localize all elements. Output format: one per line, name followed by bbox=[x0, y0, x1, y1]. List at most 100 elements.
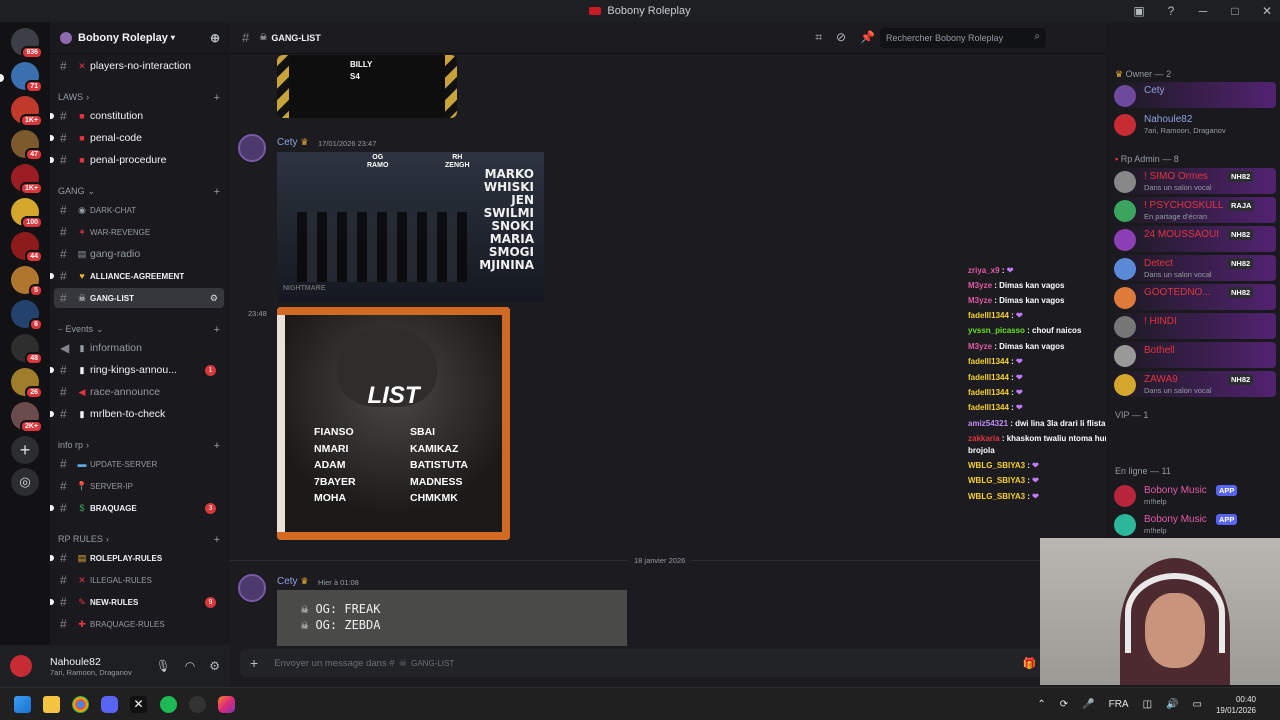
user-info[interactable]: Nahoule82 7ari, Ramoon, Draganov bbox=[50, 656, 132, 677]
member-item[interactable]: Nahoule82 7ari, Ramoon, Draganov bbox=[1110, 111, 1276, 137]
channel-penal-procedure[interactable]: # ■ penal-procedure bbox=[50, 150, 224, 170]
channel-players-no-interaction[interactable]: # ✕ players-no-interaction bbox=[54, 56, 224, 76]
discover-icon[interactable]: ◎ bbox=[11, 468, 39, 496]
server-icon[interactable]: 6 bbox=[11, 300, 43, 331]
member-item[interactable]: ! PSYCHOSKULL RAJA En partage d'écran bbox=[1110, 197, 1276, 223]
server-icon[interactable]: 71 bbox=[11, 62, 43, 93]
search-input[interactable]: Rechercher Bobony Roleplay ⌕ bbox=[880, 28, 1046, 48]
file-explorer-icon[interactable] bbox=[43, 696, 60, 713]
member-item[interactable]: ! HINDI bbox=[1110, 313, 1276, 339]
help-icon[interactable]: ? bbox=[1164, 4, 1178, 18]
channel-race-announce[interactable]: # ◀ race-announce bbox=[54, 382, 224, 402]
server-icon[interactable]: 5 bbox=[11, 266, 43, 297]
server-icon[interactable]: 1K+ bbox=[11, 96, 43, 127]
invite-icon[interactable]: ⊕ bbox=[210, 31, 220, 45]
channel-information[interactable]: ◀ ▮ information bbox=[54, 338, 224, 358]
message-author[interactable]: Cety ♛ bbox=[277, 137, 308, 148]
instagram-icon[interactable] bbox=[218, 696, 235, 713]
battery-icon[interactable]: ▭ bbox=[1193, 699, 1202, 710]
message-image[interactable]: ☠ OG: FREAK ☠ OG: ZEBDA bbox=[277, 590, 627, 646]
gift-icon[interactable]: 🎁 bbox=[1023, 657, 1037, 670]
app-icon[interactable] bbox=[189, 696, 206, 713]
x-app-icon[interactable]: ✕ bbox=[130, 696, 147, 713]
microphone-icon[interactable]: 🎤 bbox=[1082, 699, 1094, 710]
clock[interactable]: 00:40 19/01/2026 bbox=[1216, 694, 1256, 716]
sync-icon[interactable]: ⟳ bbox=[1060, 699, 1068, 710]
channel-gang-radio[interactable]: # ▤ gang-radio bbox=[54, 244, 224, 264]
channel-alliance-agreement[interactable]: # ♥ ALLIANCE-AGREEMENT bbox=[50, 266, 224, 286]
member-item[interactable]: 24 MOUSSAOUI NH82 bbox=[1110, 226, 1276, 252]
language-indicator[interactable]: FRA bbox=[1109, 699, 1129, 710]
add-channel-icon[interactable]: + bbox=[214, 186, 220, 198]
threads-icon[interactable]: ⌗ bbox=[815, 30, 822, 45]
channel-roleplay-rules[interactable]: # ▤ ROLEPLAY-RULES bbox=[50, 548, 224, 568]
volume-icon[interactable]: 🔊 bbox=[1166, 699, 1178, 710]
message-image[interactable]: BILLY S4 bbox=[277, 55, 457, 118]
channel-settings-icon[interactable]: ⚙ bbox=[210, 293, 218, 304]
category-rp-rules[interactable]: RP RULES › + bbox=[58, 534, 220, 546]
category-gang[interactable]: GANG ⌄ + bbox=[58, 186, 220, 198]
category-events[interactable]: ⎯ Events ⌄ + bbox=[58, 324, 220, 336]
server-header[interactable]: Bobony Roleplay ▾ ⊕ bbox=[50, 22, 230, 54]
message-image[interactable]: LIST FIANSO NMARI ADAM 7BAYER MOHA SBAI … bbox=[277, 307, 510, 540]
headphones-icon[interactable]: ◠ bbox=[185, 659, 195, 673]
channel-new-rules[interactable]: # ✎ NEW-RULES 9 bbox=[50, 592, 224, 612]
category-laws[interactable]: LAWS › + bbox=[58, 92, 220, 104]
server-icon[interactable]: 47 bbox=[11, 130, 43, 161]
server-icon[interactable]: 26 bbox=[11, 368, 43, 399]
channel-dark-chat[interactable]: # ◉ DARK-CHAT bbox=[54, 200, 224, 220]
channel-server-ip[interactable]: # 📍 SERVER-IP bbox=[54, 476, 224, 496]
message-image[interactable]: OG RAMO RH ZENGH MARKO WHISKI JEN SWILMI S… bbox=[277, 152, 544, 302]
direct-messages-button[interactable]: 936 bbox=[11, 28, 43, 59]
avatar[interactable] bbox=[238, 134, 266, 162]
channel-war-revenge[interactable]: # ✶ WAR-REVENGE bbox=[54, 222, 224, 242]
close-button[interactable]: ✕ bbox=[1260, 4, 1274, 18]
maximize-button[interactable]: □ bbox=[1228, 4, 1242, 18]
member-item[interactable]: Bobony Music APP m!help bbox=[1110, 511, 1276, 537]
channel-update-server[interactable]: # ▬ UPDATE-SERVER bbox=[54, 454, 224, 474]
avatar[interactable] bbox=[10, 655, 32, 677]
channel-gang-list[interactable]: # ☠ GANG-LIST ⚙ bbox=[54, 288, 224, 308]
channel-braquage[interactable]: # $ BRAQUAGE 3 bbox=[50, 498, 224, 518]
wifi-icon[interactable]: ◫ bbox=[1143, 699, 1152, 710]
chevron-up-icon[interactable]: ⌃ bbox=[1037, 699, 1045, 710]
channel-mrlben-to-check[interactable]: # ▮ mrlben-to-check bbox=[50, 404, 224, 424]
add-channel-icon[interactable]: + bbox=[214, 324, 220, 336]
add-channel-icon[interactable]: + bbox=[214, 92, 220, 104]
member-item[interactable]: Bobony Music APP m!help bbox=[1110, 482, 1276, 508]
server-icon[interactable]: 2K+ bbox=[11, 402, 43, 433]
channel-constitution[interactable]: # ■ constitution bbox=[50, 106, 224, 126]
message-author[interactable]: Cety ♛ bbox=[277, 576, 308, 587]
server-icon[interactable]: 1K+ bbox=[11, 164, 43, 195]
add-channel-icon[interactable]: + bbox=[214, 440, 220, 452]
channel-braquage-rules[interactable]: # ✚ BRAQUAGE-RULES bbox=[54, 614, 224, 634]
server-icon[interactable]: 100 bbox=[11, 198, 43, 229]
channel-ring-kings[interactable]: # ▮ ring-kings-annou... 1 bbox=[50, 360, 224, 380]
mute-bell-icon[interactable]: ⊘ bbox=[836, 30, 846, 45]
add-attachment-button[interactable]: + bbox=[250, 655, 258, 671]
member-item[interactable]: Detect NH82 Dans un salon vocal bbox=[1110, 255, 1276, 281]
server-icon[interactable]: 44 bbox=[11, 232, 43, 263]
add-server-button[interactable]: + bbox=[11, 436, 39, 464]
member-item[interactable]: ZAWA9 NH82 Dans un salon vocal bbox=[1110, 371, 1276, 397]
channel-penal-code[interactable]: # ■ penal-code bbox=[50, 128, 224, 148]
message-composer[interactable]: + Envoyer un message dans # ☠ GANG-LIST … bbox=[240, 649, 1096, 677]
start-button[interactable] bbox=[14, 696, 31, 713]
add-channel-icon[interactable]: + bbox=[214, 534, 220, 546]
member-item[interactable]: GOOTEDNO... NH82 bbox=[1110, 284, 1276, 310]
spotify-icon[interactable] bbox=[160, 696, 177, 713]
member-item[interactable]: Bothell bbox=[1110, 342, 1276, 368]
inbox-icon[interactable]: ▣ bbox=[1132, 4, 1146, 18]
server-icon[interactable]: 48 bbox=[11, 334, 43, 365]
avatar[interactable] bbox=[238, 574, 266, 602]
member-item[interactable]: ! SIMO Ormes NH82 Dans un salon vocal bbox=[1110, 168, 1276, 194]
minimize-button[interactable]: ─ bbox=[1196, 4, 1210, 18]
member-item[interactable]: Cety bbox=[1110, 82, 1276, 108]
category-info-rp[interactable]: info rp › + bbox=[58, 440, 220, 452]
gear-icon[interactable]: ⚙ bbox=[209, 659, 220, 673]
chrome-icon[interactable] bbox=[72, 696, 89, 713]
microphone-icon[interactable]: 🎙 bbox=[156, 659, 171, 673]
discord-icon[interactable] bbox=[101, 696, 118, 713]
pin-icon[interactable]: 📌 bbox=[860, 30, 875, 45]
channel-illegal-rules[interactable]: # ✕ ILLEGAL-RULES bbox=[54, 570, 224, 590]
